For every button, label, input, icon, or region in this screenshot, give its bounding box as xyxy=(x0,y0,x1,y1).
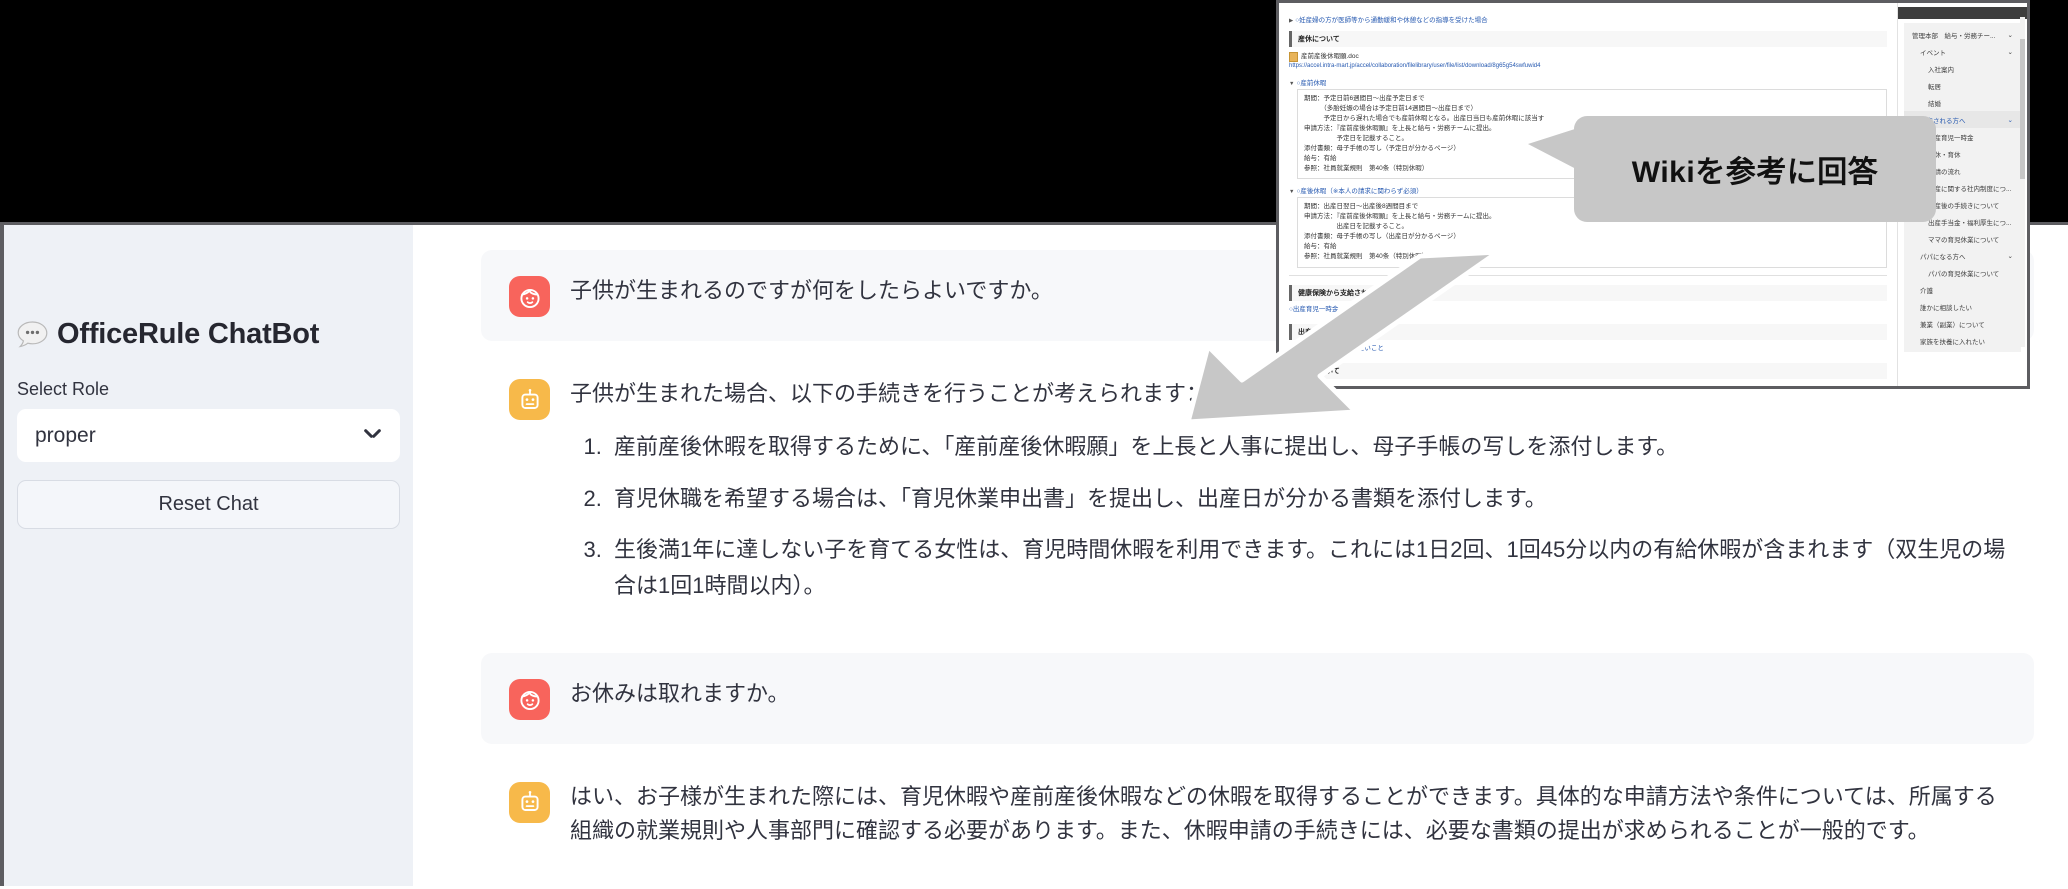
wiki-detail-line: 期間：予定日前6週間目〜出産予定日まで xyxy=(1304,94,1425,102)
wiki-detail-line: （多胎妊娠の場合は予定日前14週間目〜出産日まで） xyxy=(1304,104,1477,112)
triangle-down-icon: ▼ xyxy=(1289,189,1295,196)
document-icon xyxy=(1289,52,1298,63)
wiki-nav-label: 結婚 xyxy=(1928,100,1941,108)
robot-icon xyxy=(509,379,550,420)
screenshot-root: OfficeRule ChatBot Select Role proper Re… xyxy=(0,0,2068,889)
chevron-down-icon: ⌄ xyxy=(2007,31,2013,39)
wiki-nav-scrollbar[interactable] xyxy=(2020,17,2025,347)
wiki-nav-label: 出産手当金・福利厚生につ... xyxy=(1928,219,2012,227)
list-item: 産前産後休暇を取得するために、「産前産後休暇願」を上長と人事に提出し、母子手帳の… xyxy=(608,429,2006,465)
triangle-down-icon: ▼ xyxy=(1289,80,1295,87)
chat-bubble-icon xyxy=(17,321,48,348)
baby-face-icon xyxy=(509,678,550,720)
wiki-nav-item[interactable]: 介護 xyxy=(1904,281,2021,298)
select-role-label: Select Role xyxy=(17,379,110,399)
wiki-nav-item[interactable]: ママの育児休業について xyxy=(1904,230,2021,247)
baby-face-icon xyxy=(509,276,550,317)
robot-icon xyxy=(509,781,550,823)
divider xyxy=(1289,274,1887,276)
wiki-nav-item[interactable]: 管理本部 給与・労務チー... ⌄ xyxy=(1904,26,2021,43)
wiki-section-heading: 健康保険から支給される給付金について xyxy=(1289,284,1887,301)
wiki-toggle-row[interactable]: ▼ ○産前休暇 xyxy=(1289,77,1887,87)
wiki-attachment-name: 産前産後休暇願.doc xyxy=(1301,53,1359,60)
wiki-nav-label: 誰かに相談したい xyxy=(1920,304,1972,312)
wiki-nav-label: 兼業（副業）について xyxy=(1920,321,1985,329)
app-brand: OfficeRule ChatBot xyxy=(17,320,400,349)
wiki-nav-label: パパの育児休業について xyxy=(1928,270,2000,278)
wiki-nav-item[interactable]: イベント ⌄ xyxy=(1904,43,2021,60)
wiki-toggle-label: ○産後休暇（※本人の請求に関わらず必須） xyxy=(1296,188,1423,196)
sidebar: OfficeRule ChatBot Select Role proper Re… xyxy=(4,225,413,886)
reset-chat-button[interactable]: Reset Chat xyxy=(17,480,400,529)
page-title: OfficeRule ChatBot xyxy=(57,318,320,350)
chevron-down-icon xyxy=(364,427,382,445)
chat-message-body: はい、お子様が生まれた際には、育児休暇や産前産後休暇などの休暇を取得することがで… xyxy=(570,780,2006,848)
wiki-nav-label: 入社案内 xyxy=(1928,66,1954,74)
chevron-down-icon: ⌄ xyxy=(2007,252,2013,260)
wiki-nav-item[interactable]: パパの育児休業について xyxy=(1904,264,2021,281)
chat-message-text: はい、お子様が生まれた際には、育児休暇や産前産後休暇などの休暇を取得することがで… xyxy=(570,783,1997,843)
chat-message-body: 子供が生まれた場合、以下の手続きを行うことが考えられます： 産前産後休暇を取得す… xyxy=(570,377,2006,604)
wiki-detail-line: 参照：社員就業規則 第40条（特別休暇） xyxy=(1304,253,1429,261)
wiki-toggle-row[interactable]: ▶ ○妊産婦の方が医師等から通勤緩和や休憩などの指導を受けた場合 xyxy=(1289,14,1887,24)
chat-message-user: お休みは取れますか。 xyxy=(481,652,2034,744)
wiki-toggle-label: ○妊産婦の方が医師等から通勤緩和や休憩などの指導を受けた場合 xyxy=(1295,17,1488,24)
wiki-nav-label: 管理本部 給与・労務チー... xyxy=(1912,32,1996,40)
wiki-nav-item[interactable]: 誰かに相談したい xyxy=(1904,298,2021,315)
role-select[interactable]: proper xyxy=(17,409,400,462)
wiki-nav-label: 転居 xyxy=(1928,83,1941,91)
triangle-right-icon: ▶ xyxy=(1289,18,1294,24)
callout-bubble: Wikiを参考に回答 xyxy=(1574,116,1936,222)
wiki-nav-label: 出産に関する社内制度につ... xyxy=(1928,185,2012,193)
wiki-section-heading: 育休について xyxy=(1289,363,1887,380)
wiki-nav-label: イベント xyxy=(1920,49,1946,57)
wiki-nav-label: 家族を扶養に入れたい xyxy=(1920,338,1985,346)
wiki-detail-line: 給与：有給 xyxy=(1304,243,1337,251)
wiki-toggle-label: ○産前休暇 xyxy=(1296,79,1327,87)
wiki-section-heading: 出産後 xyxy=(1289,323,1887,340)
wiki-nav-label: ママの育児休業について xyxy=(1928,236,2000,244)
list-item: 生後満1年に達しない子を育てる女性は、育児時間休暇を利用できます。これには1日2… xyxy=(608,532,2006,603)
wiki-nav-item[interactable]: 結婚 xyxy=(1904,94,2021,111)
chat-message-body: お休みは取れますか。 xyxy=(570,677,2006,711)
wiki-nav-label: パパになる方へ xyxy=(1920,253,1966,261)
chevron-down-icon: ⌄ xyxy=(2007,116,2013,124)
list-item: 育児休職を希望する場合は、「育児休業申出書」を提出し、出産日が分かる書類を添付し… xyxy=(608,481,2006,517)
wiki-nav-label: 出産後の手続きについて xyxy=(1928,202,2000,210)
callout-text: Wikiを参考に回答 xyxy=(1631,156,1879,189)
wiki-detail-line: 出産日を記載すること。 xyxy=(1304,223,1409,231)
wiki-detail-line: 添付書類：母子手帳の写し（出産日が分かるページ） xyxy=(1304,233,1460,241)
wiki-tabbar xyxy=(1898,7,2027,19)
role-select-value: proper xyxy=(35,423,96,447)
wiki-nav-item[interactable]: 家族を扶養に入れたい xyxy=(1904,332,2021,349)
wiki-link[interactable]: ○出産育児一時金 xyxy=(1289,305,1887,315)
wiki-attachment[interactable]: 産前産後休暇願.doc xyxy=(1289,52,1887,63)
wiki-nav-item[interactable]: パパになる方へ ⌄ xyxy=(1904,247,2021,264)
wiki-nav-item[interactable]: 入社案内 xyxy=(1904,60,2021,77)
chat-message-bot: 子供が生まれた場合、以下の手続きを行うことが考えられます： 産前産後休暇を取得す… xyxy=(481,353,2034,628)
chat-message-bot: はい、お子様が生まれた際には、育児休暇や産前産後休暇などの休暇を取得することがで… xyxy=(481,755,2034,872)
callout-tail xyxy=(1528,128,1578,170)
wiki-nav-item[interactable]: 転居 xyxy=(1904,77,2021,94)
wiki-nav-label: 介護 xyxy=(1920,287,1933,295)
wiki-nav-item[interactable]: 兼業（副業）について xyxy=(1904,315,2021,332)
wiki-attachment-url[interactable]: https://accel.intra-mart.jp/accel/collab… xyxy=(1289,62,1887,72)
chat-message-text: お休みは取れますか。 xyxy=(570,680,790,706)
chat-message-list: 産前産後休暇を取得するために、「産前産後休暇願」を上長と人事に提出し、母子手帳の… xyxy=(570,429,2006,604)
wiki-link[interactable]: ○出産後ご対応いただきたいこと xyxy=(1289,344,1887,354)
chevron-down-icon: ⌄ xyxy=(2007,48,2013,56)
wiki-section-heading: 産休について xyxy=(1289,31,1887,47)
